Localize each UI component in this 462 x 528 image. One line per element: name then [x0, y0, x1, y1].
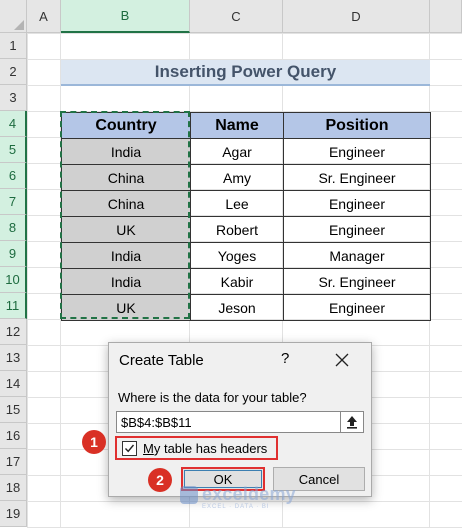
table-row: China Amy Sr. Engineer	[61, 164, 431, 191]
row-header[interactable]: 7	[0, 189, 27, 215]
headers-checkbox-label[interactable]: My table has headers	[143, 441, 267, 456]
column-header-c[interactable]: C	[190, 0, 283, 33]
row-header[interactable]: 4	[0, 111, 27, 137]
arrow-up-icon	[347, 416, 357, 429]
table-cell[interactable]: Agar	[190, 138, 284, 165]
help-button[interactable]: ?	[281, 350, 289, 367]
headers-checkbox-row[interactable]: My table has headers	[115, 436, 278, 460]
row-header[interactable]: 13	[0, 345, 27, 371]
table-cell[interactable]: Manager	[283, 242, 431, 269]
table-cell[interactable]: India	[61, 138, 191, 165]
range-prompt: Where is the data for your table?	[118, 390, 307, 405]
table-cell[interactable]: China	[61, 164, 191, 191]
close-icon	[335, 353, 349, 367]
header-cell[interactable]: Country	[61, 112, 191, 139]
table-cell[interactable]: Kabir	[190, 268, 284, 295]
column-header-d[interactable]: D	[283, 0, 430, 33]
table-cell[interactable]: Engineer	[283, 294, 431, 321]
row-header[interactable]: 1	[0, 33, 27, 59]
row-header[interactable]: 8	[0, 215, 27, 241]
step-marker-2: 2	[148, 468, 172, 492]
table-row: UK Jeson Engineer	[61, 294, 431, 321]
row-header[interactable]: 5	[0, 137, 27, 163]
table-row: China Lee Engineer	[61, 190, 431, 217]
row-header[interactable]: 17	[0, 449, 27, 475]
row-header[interactable]: 19	[0, 501, 27, 527]
table-cell[interactable]: China	[61, 190, 191, 217]
checkmark-icon	[124, 444, 135, 452]
row-header[interactable]: 11	[0, 293, 27, 319]
watermark-name: exceldemy	[202, 484, 296, 504]
row-header[interactable]: 6	[0, 163, 27, 189]
table-cell[interactable]: Engineer	[283, 190, 431, 217]
row-header[interactable]: 2	[0, 59, 27, 85]
table-cell[interactable]: Jeson	[190, 294, 284, 321]
table-cell[interactable]: UK	[61, 294, 191, 321]
range-field	[116, 411, 364, 433]
column-header-a[interactable]: A	[27, 0, 61, 33]
table-row: India Yoges Manager	[61, 242, 431, 269]
row-header[interactable]: 9	[0, 241, 27, 267]
watermark-tagline: EXCEL · DATA · BI	[202, 504, 270, 510]
table-cell[interactable]: UK	[61, 216, 191, 243]
column-header-e[interactable]	[430, 0, 462, 33]
table-cell[interactable]: India	[61, 242, 191, 269]
sheet-title[interactable]: Inserting Power Query	[61, 60, 430, 86]
watermark: exceldemy EXCEL · DATA · BI	[180, 484, 296, 510]
table-cell[interactable]: Engineer	[283, 138, 431, 165]
table-cell[interactable]: Sr. Engineer	[283, 164, 431, 191]
headers-checkbox[interactable]	[122, 440, 137, 456]
row-header[interactable]: 3	[0, 85, 27, 111]
range-input[interactable]	[117, 412, 343, 432]
table-cell[interactable]: Engineer	[283, 216, 431, 243]
table-cell[interactable]: Robert	[190, 216, 284, 243]
table-cell[interactable]: Lee	[190, 190, 284, 217]
row-header[interactable]: 18	[0, 475, 27, 501]
step-marker-1: 1	[82, 430, 106, 454]
logo-icon	[180, 485, 198, 504]
header-cell[interactable]: Position	[283, 112, 431, 139]
collapse-range-button[interactable]	[340, 412, 363, 432]
table-row: India Agar Engineer	[61, 138, 431, 165]
table-cell[interactable]: Yoges	[190, 242, 284, 269]
table-row: UK Robert Engineer	[61, 216, 431, 243]
close-button[interactable]	[331, 349, 353, 371]
dialog-title: Create Table	[119, 352, 204, 369]
row-header[interactable]: 16	[0, 423, 27, 449]
table-row: India Kabir Sr. Engineer	[61, 268, 431, 295]
table-header-row: Country Name Position	[61, 112, 431, 139]
row-header[interactable]: 14	[0, 371, 27, 397]
create-table-dialog: Create Table ? Where is the data for you…	[108, 342, 372, 497]
table-cell[interactable]: Sr. Engineer	[283, 268, 431, 295]
data-table: Country Name Position India Agar Enginee…	[61, 112, 431, 321]
row-header[interactable]: 10	[0, 267, 27, 293]
select-all-corner[interactable]	[0, 0, 27, 33]
row-header[interactable]: 15	[0, 397, 27, 423]
table-cell[interactable]: Amy	[190, 164, 284, 191]
column-header-b[interactable]: B	[61, 0, 190, 33]
row-header[interactable]: 12	[0, 319, 27, 345]
table-cell[interactable]: India	[61, 268, 191, 295]
header-cell[interactable]: Name	[190, 112, 284, 139]
